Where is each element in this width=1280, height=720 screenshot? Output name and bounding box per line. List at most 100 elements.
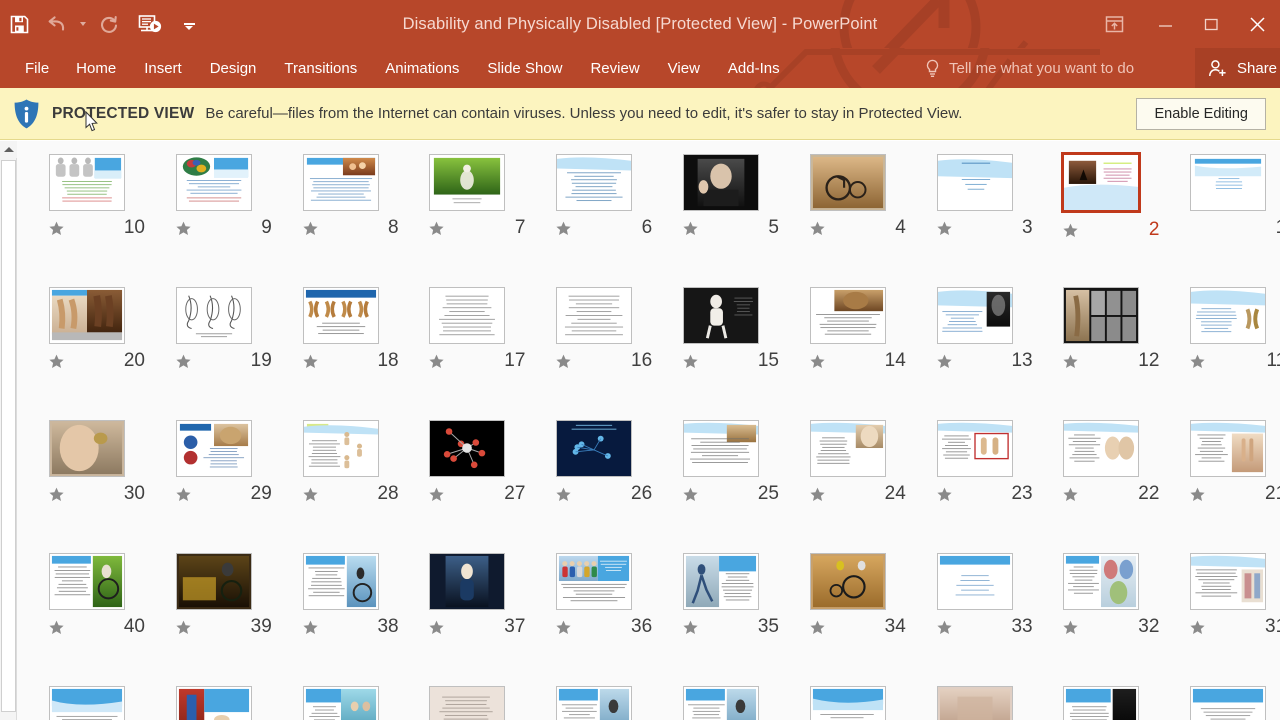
slide-thumbnail[interactable]: [49, 420, 125, 477]
slide-thumbnail[interactable]: [175, 686, 252, 720]
slide-thumbnail-cell[interactable]: 13: [936, 287, 1064, 375]
star-transition-icon[interactable]: [556, 487, 571, 502]
slide-thumbnail[interactable]: [683, 287, 759, 344]
slide-thumbnail[interactable]: [1190, 686, 1267, 720]
slide-thumbnail-cell[interactable]: 32: [1063, 553, 1190, 641]
slide-thumbnail-cell[interactable]: 16: [556, 287, 683, 375]
slide-thumbnail[interactable]: [809, 686, 886, 720]
slide-thumbnail[interactable]: [1063, 553, 1140, 610]
slide-thumbnail[interactable]: [936, 686, 1013, 720]
restore-button[interactable]: [1188, 0, 1234, 48]
slide-thumbnail[interactable]: [429, 686, 506, 720]
slide-thumbnail-cell[interactable]: 34: [809, 553, 937, 641]
tab-insert[interactable]: Insert: [130, 48, 196, 88]
star-transition-icon[interactable]: [302, 221, 318, 236]
star-transition-icon[interactable]: [936, 487, 952, 502]
slide-thumbnail[interactable]: [429, 154, 506, 211]
star-transition-icon[interactable]: [1063, 620, 1078, 635]
slide-thumbnail[interactable]: [1190, 420, 1267, 477]
star-transition-icon[interactable]: [176, 221, 191, 236]
star-transition-icon[interactable]: [429, 487, 444, 502]
slide-thumbnail-cell[interactable]: 20: [49, 287, 176, 375]
slide-thumbnail[interactable]: [175, 154, 252, 211]
slide-thumbnail[interactable]: [556, 686, 633, 720]
slide-thumbnail[interactable]: [683, 154, 759, 211]
slide-thumbnail[interactable]: [429, 553, 506, 610]
slide-thumbnail-cell[interactable]: 27: [429, 420, 556, 508]
slide-thumbnail[interactable]: [936, 420, 1013, 477]
slide-thumbnail-cell[interactable]: [683, 686, 810, 720]
slide-thumbnail[interactable]: [49, 287, 125, 344]
slide-thumbnail[interactable]: [1063, 287, 1140, 344]
star-transition-icon[interactable]: [1190, 354, 1205, 369]
slide-thumbnail[interactable]: [175, 287, 252, 344]
slide-thumbnail[interactable]: [1190, 553, 1267, 610]
star-transition-icon[interactable]: [683, 354, 698, 369]
enable-editing-button[interactable]: Enable Editing: [1136, 98, 1266, 130]
slide-thumbnail[interactable]: [302, 154, 379, 211]
slide-thumbnail-cell[interactable]: 39: [175, 553, 303, 641]
minimize-button[interactable]: [1142, 0, 1188, 48]
star-transition-icon[interactable]: [49, 620, 64, 635]
slide-thumbnail[interactable]: [556, 287, 633, 344]
slide-thumbnail[interactable]: [936, 553, 1013, 610]
slide-thumbnail-cell[interactable]: 3: [936, 154, 1064, 242]
customize-quick-access-toolbar-button[interactable]: [172, 4, 206, 44]
slide-thumbnail-cell[interactable]: 35: [683, 553, 810, 641]
slide-thumbnail[interactable]: [302, 553, 379, 610]
slide-thumbnail[interactable]: [1190, 154, 1267, 211]
scrollbar-thumb[interactable]: [1, 160, 16, 712]
slide-thumbnail[interactable]: [556, 154, 633, 211]
share-button[interactable]: Share: [1195, 48, 1280, 88]
slide-thumbnail-cell[interactable]: 30: [49, 420, 176, 508]
slide-thumbnail-cell[interactable]: 31: [1190, 553, 1280, 641]
slide-thumbnail-cell[interactable]: 28: [302, 420, 430, 508]
slide-thumbnail[interactable]: [429, 420, 506, 477]
slide-thumbnail[interactable]: [556, 420, 633, 477]
tab-home[interactable]: Home: [62, 48, 130, 88]
slide-thumbnail[interactable]: [302, 686, 379, 720]
slide-thumbnail-selected[interactable]: [1061, 152, 1142, 213]
undo-dropdown-icon[interactable]: [76, 4, 90, 44]
star-transition-icon[interactable]: [810, 221, 825, 236]
star-transition-icon[interactable]: [302, 620, 318, 635]
slide-thumbnail[interactable]: [683, 553, 759, 610]
star-transition-icon[interactable]: [810, 487, 825, 502]
tab-review[interactable]: Review: [576, 48, 653, 88]
slide-thumbnail[interactable]: [49, 553, 125, 610]
slide-thumbnail-cell[interactable]: 38: [302, 553, 430, 641]
tab-slide-show[interactable]: Slide Show: [473, 48, 576, 88]
slide-thumbnail[interactable]: [936, 154, 1013, 211]
slide-thumbnail-cell[interactable]: 18: [302, 287, 430, 375]
tab-design[interactable]: Design: [196, 48, 271, 88]
star-transition-icon[interactable]: [429, 221, 444, 236]
slide-thumbnail[interactable]: [809, 553, 886, 610]
slide-thumbnail-cell[interactable]: 10: [49, 154, 176, 242]
tab-animations[interactable]: Animations: [371, 48, 473, 88]
slide-thumbnail[interactable]: [1190, 287, 1267, 344]
star-transition-icon[interactable]: [176, 620, 191, 635]
slide-thumbnail-cell[interactable]: 4: [809, 154, 937, 242]
close-button[interactable]: [1234, 0, 1280, 48]
slide-thumbnail-cell[interactable]: 36: [556, 553, 683, 641]
star-transition-icon[interactable]: [936, 620, 952, 635]
tab-view[interactable]: View: [654, 48, 714, 88]
slide-thumbnail[interactable]: [1063, 420, 1140, 477]
slide-thumbnail-cell[interactable]: 21: [1190, 420, 1280, 508]
slide-thumbnail-cell[interactable]: 17: [429, 287, 556, 375]
slide-thumbnail[interactable]: [683, 420, 759, 477]
slide-thumbnail-cell[interactable]: 23: [936, 420, 1064, 508]
slide-thumbnail[interactable]: [49, 686, 125, 720]
slide-thumbnail-cell[interactable]: 11: [1190, 287, 1280, 375]
star-transition-icon[interactable]: [176, 354, 191, 369]
slide-thumbnail-cell[interactable]: 24: [809, 420, 937, 508]
slide-thumbnail-cell[interactable]: [556, 686, 683, 720]
redo-button[interactable]: [90, 4, 128, 44]
slide-thumbnail[interactable]: [809, 420, 886, 477]
star-transition-icon[interactable]: [302, 354, 318, 369]
slide-thumbnail-cell[interactable]: [429, 686, 556, 720]
star-transition-icon[interactable]: [556, 221, 571, 236]
slide-thumbnail-cell[interactable]: 37: [429, 553, 556, 641]
slide-thumbnail-cell[interactable]: 8: [302, 154, 430, 242]
slide-thumbnail-cell[interactable]: 7: [429, 154, 556, 242]
